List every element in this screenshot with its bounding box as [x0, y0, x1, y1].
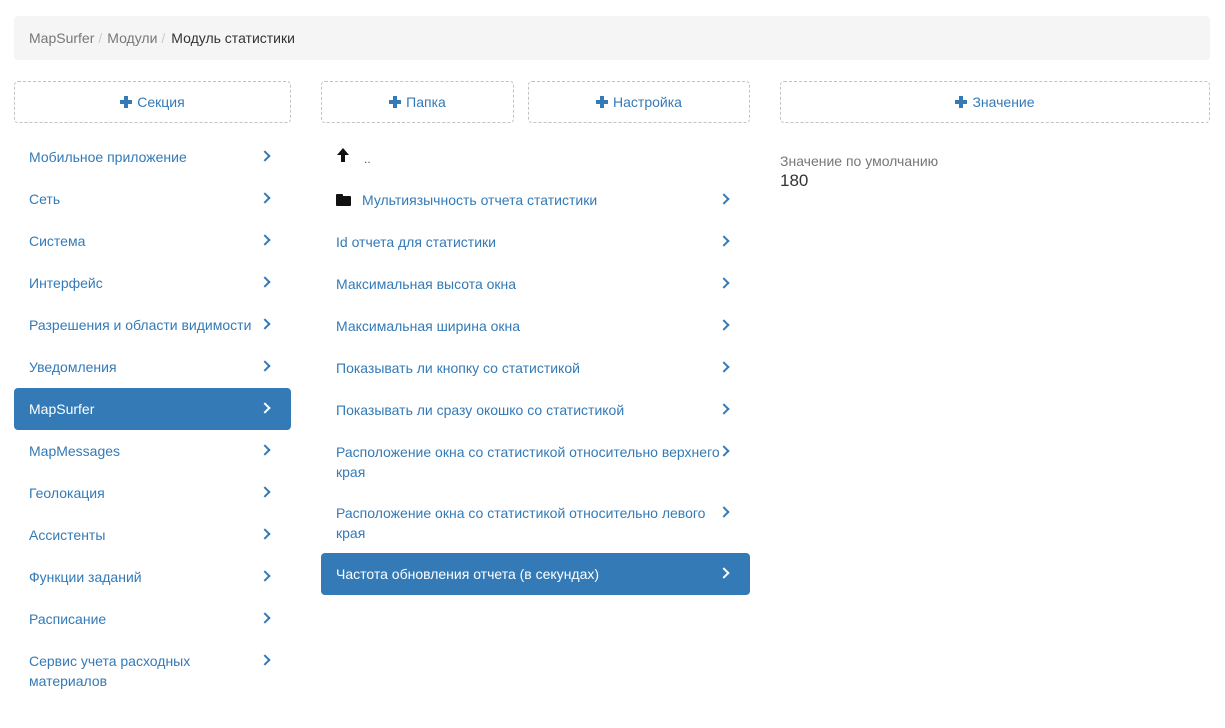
section-item-label: Уведомления — [29, 359, 117, 375]
chevron-right-icon — [259, 444, 271, 456]
section-item-label: Функции заданий — [29, 569, 142, 585]
add-folder-label: Папка — [406, 94, 446, 110]
chevron-right-icon — [259, 528, 271, 540]
plus-icon — [596, 96, 609, 108]
chevron-right-icon — [718, 235, 730, 247]
parent-folder-link[interactable]: .. — [321, 136, 750, 179]
chevron-right-icon — [718, 567, 730, 579]
chevron-right-icon — [259, 192, 271, 204]
section-item-task-functions[interactable]: Функции заданий — [14, 556, 291, 598]
arrow-up-icon — [336, 148, 350, 164]
section-item-label: MapSurfer — [29, 401, 95, 417]
setting-item-label: Максимальная ширина окна — [336, 318, 521, 334]
chevron-right-icon — [259, 402, 271, 414]
folder-icon — [336, 194, 351, 206]
section-item-mapsurfer[interactable]: MapSurfer — [14, 388, 291, 430]
setting-item-label: Максимальная высота окна — [336, 276, 517, 292]
chevron-right-icon — [718, 319, 730, 331]
setting-item-max-height[interactable]: Максимальная высота окна — [321, 263, 750, 305]
section-item-schedule[interactable]: Расписание — [14, 598, 291, 640]
chevron-right-icon — [259, 150, 271, 162]
section-item-label: Сеть — [29, 191, 61, 207]
setting-item-refresh-rate[interactable]: Частота обновления отчета (в секундах) — [321, 553, 750, 595]
chevron-right-icon — [718, 361, 730, 373]
section-item-label: Геолокация — [29, 485, 105, 501]
setting-item-report-id[interactable]: Id отчета для статистики — [321, 221, 750, 263]
setting-item-window-left[interactable]: Расположение окна со статистикой относит… — [321, 492, 750, 553]
setting-item-label: Id отчета для статистики — [336, 234, 496, 250]
breadcrumb: MapSurfer / Модули / Модуль статистики — [14, 16, 1210, 60]
chevron-right-icon — [718, 403, 730, 415]
default-value-panel: Значение по умолчанию 180 — [780, 152, 938, 191]
chevron-right-icon — [718, 445, 730, 457]
section-item-consumables-service[interactable]: Сервис учета расходных материалов — [14, 640, 291, 701]
chevron-right-icon — [259, 276, 271, 288]
breadcrumb-link-mapsurfer[interactable]: MapSurfer — [29, 30, 94, 46]
section-item-system[interactable]: Система — [14, 220, 291, 262]
breadcrumb-current: Модуль статистики — [171, 30, 295, 46]
plus-icon — [389, 96, 402, 108]
section-item-mobile-app[interactable]: Мобильное приложение — [14, 136, 291, 178]
section-item-label: MapMessages — [29, 443, 121, 459]
chevron-right-icon — [259, 570, 271, 582]
section-item-label: Расписание — [29, 611, 107, 627]
setting-item-label: Расположение окна со статистикой относит… — [336, 444, 720, 480]
chevron-right-icon — [718, 506, 730, 518]
section-item-notifications[interactable]: Уведомления — [14, 346, 291, 388]
setting-item-label: Показывать ли сразу окошко со статистико… — [336, 402, 625, 418]
setting-item-show-button[interactable]: Показывать ли кнопку со статистикой — [321, 347, 750, 389]
add-setting-button[interactable]: Настройка — [528, 81, 750, 123]
breadcrumb-link-modules[interactable]: Модули — [107, 30, 157, 46]
setting-item-label: Частота обновления отчета (в секундах) — [336, 566, 600, 582]
section-item-label: Сервис учета расходных материалов — [29, 653, 191, 689]
default-value-label: Значение по умолчанию — [780, 153, 939, 169]
add-section-label: Секция — [137, 94, 185, 110]
breadcrumb-separator: / — [98, 30, 103, 46]
default-value: 180 — [780, 171, 809, 190]
sections-list: Мобильное приложение Сеть Система Интерф… — [14, 136, 291, 701]
section-item-geolocation[interactable]: Геолокация — [14, 472, 291, 514]
section-item-label: Интерфейс — [29, 275, 103, 291]
plus-icon — [120, 96, 133, 108]
setting-item-max-width[interactable]: Максимальная ширина окна — [321, 305, 750, 347]
chevron-right-icon — [259, 360, 271, 372]
plus-icon — [955, 96, 968, 108]
add-value-label: Значение — [972, 94, 1035, 110]
parent-folder-label: .. — [364, 152, 371, 166]
breadcrumb-separator: / — [161, 30, 166, 46]
section-item-label: Мобильное приложение — [29, 149, 187, 165]
chevron-right-icon — [259, 234, 271, 246]
setting-item-window-top[interactable]: Расположение окна со статистикой относит… — [321, 431, 750, 492]
chevron-right-icon — [718, 193, 730, 205]
setting-item-label: Показывать ли кнопку со статистикой — [336, 360, 580, 376]
section-item-permissions[interactable]: Разрешения и области видимости — [14, 304, 291, 346]
add-section-button[interactable]: Секция — [14, 81, 291, 123]
section-item-interface[interactable]: Интерфейс — [14, 262, 291, 304]
add-value-button[interactable]: Значение — [780, 81, 1210, 123]
add-setting-label: Настройка — [613, 94, 682, 110]
chevron-right-icon — [259, 612, 271, 624]
chevron-right-icon — [718, 277, 730, 289]
section-item-label: Ассистенты — [29, 527, 106, 543]
chevron-right-icon — [259, 318, 271, 330]
section-item-label: Разрешения и области видимости — [29, 317, 252, 333]
add-folder-button[interactable]: Папка — [321, 81, 514, 123]
folder-item-label: Мультиязычность отчета статистики — [362, 192, 598, 208]
setting-item-show-window[interactable]: Показывать ли сразу окошко со статистико… — [321, 389, 750, 431]
section-item-label: Система — [29, 233, 86, 249]
section-item-network[interactable]: Сеть — [14, 178, 291, 220]
chevron-right-icon — [259, 654, 271, 666]
settings-list: .. Мультиязычность отчета статистики Id … — [321, 136, 750, 595]
section-item-assistants[interactable]: Ассистенты — [14, 514, 291, 556]
setting-item-label: Расположение окна со статистикой относит… — [336, 505, 706, 541]
section-item-mapmessages[interactable]: MapMessages — [14, 430, 291, 472]
chevron-right-icon — [259, 486, 271, 498]
folder-item-multilanguage[interactable]: Мультиязычность отчета статистики — [321, 179, 750, 221]
